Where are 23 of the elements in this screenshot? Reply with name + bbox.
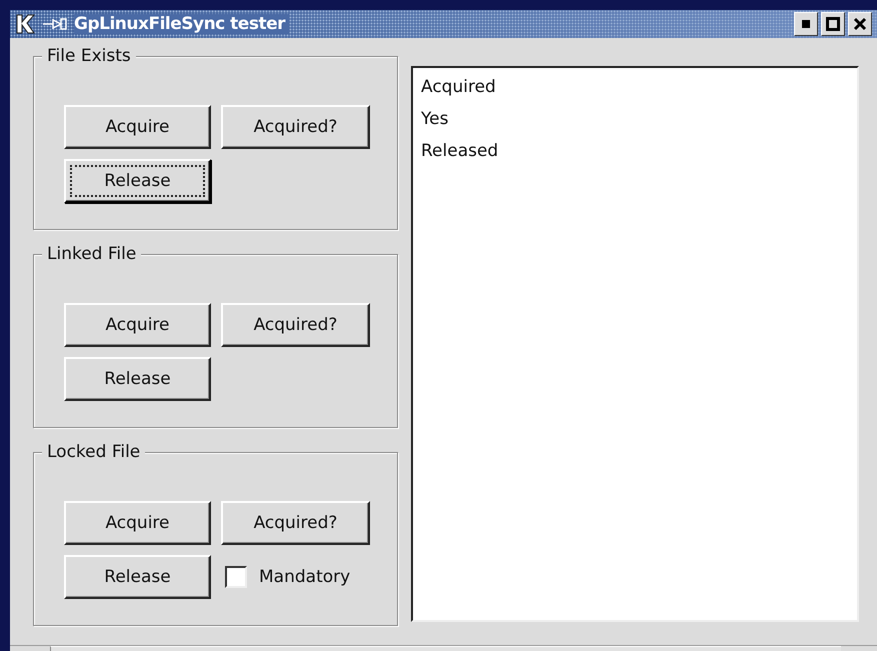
close-icon: [853, 17, 867, 31]
list-item: Acquired: [421, 76, 497, 99]
action-button[interactable]: Release: [64, 159, 211, 203]
minimize-button[interactable]: [794, 12, 818, 36]
action-button[interactable]: Acquire: [64, 105, 211, 149]
list-item: Released: [421, 140, 500, 163]
minimize-icon: [802, 20, 810, 28]
action-button[interactable]: Release: [64, 357, 211, 401]
checkbox-label: Mandatory: [259, 567, 350, 587]
action-button[interactable]: Acquired?: [221, 501, 370, 545]
action-button[interactable]: Acquire: [64, 501, 211, 545]
close-button[interactable]: [848, 12, 872, 36]
action-button[interactable]: Acquire: [64, 303, 211, 347]
checkbox[interactable]: [225, 566, 247, 588]
list-item: Yes: [421, 108, 450, 131]
pin-icon[interactable]: [42, 17, 68, 31]
action-button[interactable]: Acquired?: [221, 303, 370, 347]
window-title: GpLinuxFileSync tester: [74, 14, 289, 34]
k-logo-icon[interactable]: [14, 13, 36, 35]
action-button[interactable]: Release: [64, 555, 211, 599]
action-button[interactable]: Acquired?: [221, 105, 370, 149]
maximize-button[interactable]: [821, 12, 845, 36]
maximize-icon: [826, 17, 840, 31]
